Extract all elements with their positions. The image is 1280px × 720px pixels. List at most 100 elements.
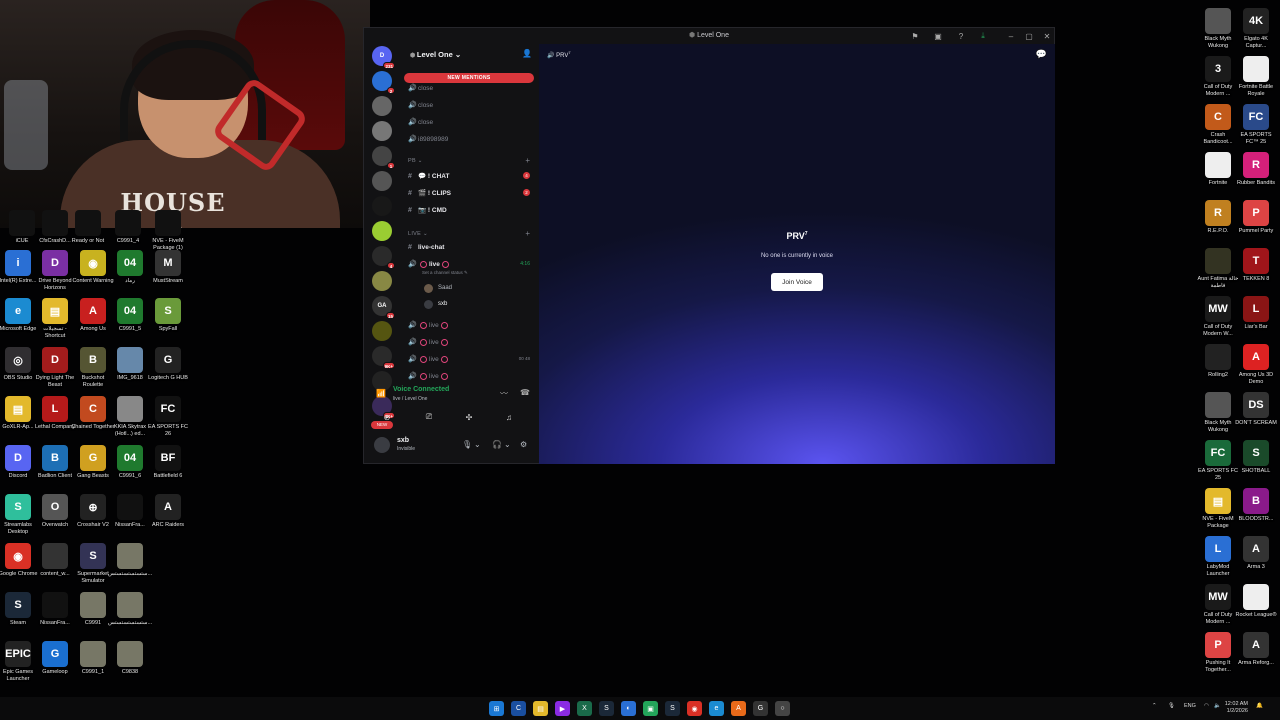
taskbar-app-icon[interactable]: ▣ (643, 701, 658, 716)
desktop-shortcut[interactable]: A ARC Raiders (146, 494, 190, 529)
join-voice-button[interactable]: Join Voice (771, 273, 823, 291)
screen-share-button[interactable]: ⎚ (414, 410, 444, 424)
desktop-shortcut[interactable]: FC EA SPORTS FC™ 25 (1234, 104, 1278, 145)
taskbar-app-icon[interactable]: C (511, 701, 526, 716)
desktop-shortcut[interactable]: B BLOODSTR... (1234, 488, 1278, 523)
server-icon[interactable] (372, 171, 392, 191)
volume-icon[interactable]: 🔈 (1214, 703, 1221, 709)
category-pb[interactable]: PB ⌄ (408, 158, 423, 164)
help-icon[interactable]: ? (955, 30, 967, 42)
text-channel-chat[interactable]: # 💬 ! CHAT (408, 170, 449, 182)
taskbar-app-icon[interactable]: ◐ (621, 701, 636, 716)
noise-suppression-icon[interactable]: 〰 (500, 388, 508, 399)
desktop-shortcut[interactable]: 4K Elgato 4K Captur... (1234, 8, 1278, 49)
desktop-shortcut[interactable]: ستستستستستس... (108, 543, 152, 578)
guild-header[interactable]: ⬢ Level One ⌄ (410, 50, 461, 59)
add-channel-icon[interactable]: + (525, 156, 530, 165)
taskbar-app-icon[interactable]: A (731, 701, 746, 716)
desktop-shortcut[interactable]: L Liar's Bar (1234, 296, 1278, 331)
text-channel-clips[interactable]: # 🎬 ! CLIPS (408, 187, 451, 199)
voice-user-saad[interactable]: Saad (424, 282, 452, 294)
category-live[interactable]: LIVE ⌄ (408, 231, 428, 237)
server-icon[interactable] (372, 321, 392, 341)
notification-bell-icon[interactable]: 🔔 (1256, 703, 1263, 709)
server-icon[interactable] (372, 271, 392, 291)
desktop-shortcut[interactable]: Ready or Not (66, 210, 110, 245)
server-icon[interactable]: D 231 (372, 46, 395, 69)
desktop-shortcut[interactable]: C9838 (108, 641, 152, 676)
desktop-shortcut[interactable]: P Pummel Party (1234, 200, 1278, 235)
desktop-shortcut[interactable]: S SpyFall (146, 298, 190, 333)
text-channel-cmd[interactable]: # 📷 ! CMD (408, 204, 447, 216)
chevron-down-icon[interactable]: ⌄ (504, 440, 511, 449)
desktop-shortcut[interactable]: S SHOTBALL (1234, 440, 1278, 475)
taskbar-app-icon[interactable]: e (709, 701, 724, 716)
taskbar-app-icon[interactable]: S (599, 701, 614, 716)
tray-mic-icon[interactable]: 🎙 (1168, 703, 1175, 709)
download-icon[interactable]: ⤓ (977, 30, 989, 42)
signal-icon[interactable]: 📶 (376, 389, 386, 398)
voice-channel-close-1[interactable]: 🔊 close (408, 82, 433, 94)
user-name[interactable]: sxb (397, 437, 409, 444)
activities-button[interactable]: ✣ (454, 410, 484, 424)
desktop-shortcut[interactable]: C9991_4 (106, 210, 150, 245)
taskbar-app-icon[interactable]: ▤ (533, 701, 548, 716)
chat-bubble-icon[interactable]: 💬 (1036, 49, 1047, 60)
text-channel-live-chat[interactable]: # live-chat (408, 241, 444, 253)
voice-channel-live-4[interactable]: 🔊 live (408, 353, 450, 365)
headphones-icon[interactable]: 🎧 (492, 440, 502, 449)
server-icon[interactable] (372, 196, 392, 216)
soundboard-button[interactable]: ♫ (494, 410, 524, 424)
desktop-shortcut[interactable]: FC EA SPORTS FC 26 (146, 396, 190, 437)
desktop-shortcut[interactable]: M MustStream (146, 250, 190, 285)
microphone-icon[interactable]: 🎙 (462, 440, 472, 449)
taskbar-app-icon[interactable]: S (665, 701, 680, 716)
voice-channel-live-5[interactable]: 🔊 live (408, 370, 450, 382)
language-indicator[interactable]: ENG (1184, 703, 1196, 709)
desktop-shortcut[interactable]: G Logitech G HUB (146, 347, 190, 382)
channel-status-hint[interactable]: Set a channel status ✎ (422, 270, 468, 276)
taskbar-app-icon[interactable]: ○ (775, 701, 790, 716)
voice-location[interactable]: live / Level One (393, 396, 427, 402)
taskbar-app-icon[interactable]: G (753, 701, 768, 716)
avatar[interactable] (374, 437, 390, 453)
flag-icon[interactable]: ⚑ (909, 30, 921, 42)
disconnect-icon[interactable]: ☎ (520, 388, 530, 397)
server-icon[interactable] (372, 121, 392, 141)
settings-gear-icon[interactable]: ⚙ (520, 440, 527, 449)
desktop-shortcut[interactable]: DS DON'T SCREAM (1234, 392, 1278, 427)
voice-channel-close-3[interactable]: 🔊 close (408, 116, 433, 128)
desktop-shortcut[interactable]: A Arma Reforg... (1234, 632, 1278, 667)
minimize-button[interactable]: – (1005, 30, 1017, 42)
voice-channel-live-active[interactable]: 🔊 live (408, 258, 451, 270)
desktop-shortcut[interactable]: A Arma 3 (1234, 536, 1278, 571)
taskbar-app-icon[interactable]: X (577, 701, 592, 716)
wifi-icon[interactable]: ◠ (1204, 703, 1209, 709)
taskbar-app-icon[interactable]: ⊞ (489, 701, 504, 716)
voice-channel-live-2[interactable]: 🔊 live (408, 319, 450, 331)
voice-channel-number[interactable]: 🔊 i89898989 (408, 133, 448, 145)
desktop-shortcut[interactable]: BF Battlefield 6 (146, 445, 190, 480)
chevron-down-icon[interactable]: ⌄ (474, 440, 481, 449)
desktop-shortcut[interactable]: ستستستستستس... (108, 592, 152, 627)
server-icon[interactable] (372, 221, 392, 241)
screen-icon[interactable]: ▣ (932, 30, 944, 42)
taskbar-app-icon[interactable]: ◉ (687, 701, 702, 716)
server-icon[interactable]: 1 (372, 146, 395, 169)
server-icon[interactable]: 9K+ (372, 346, 395, 369)
desktop-shortcut[interactable]: Fortnite Battle Royale (1234, 56, 1278, 97)
voice-channel-live-3[interactable]: 🔊 live (408, 336, 450, 348)
add-channel-icon[interactable]: + (525, 229, 530, 238)
taskbar-app-icon[interactable]: ▶ (555, 701, 570, 716)
invite-icon[interactable]: 👤 (522, 49, 532, 58)
tray-chevron-icon[interactable]: ⌃ (1152, 703, 1157, 709)
desktop-shortcut[interactable]: Rocket League® (1234, 584, 1278, 619)
maximize-button[interactable]: ▢ (1023, 30, 1035, 42)
desktop-shortcut[interactable]: R Rubber Bandits (1234, 152, 1278, 187)
camera-off-button[interactable]: ⊘ (372, 410, 402, 424)
desktop-shortcut[interactable]: A Among Us 3D Demo (1234, 344, 1278, 385)
desktop-shortcut[interactable]: T TEKKEN 8 (1234, 248, 1278, 283)
voice-user-sxb[interactable]: sxb (424, 298, 447, 310)
server-icon[interactable]: GA 15 (372, 296, 395, 319)
server-icon[interactable]: 2 (372, 71, 395, 94)
